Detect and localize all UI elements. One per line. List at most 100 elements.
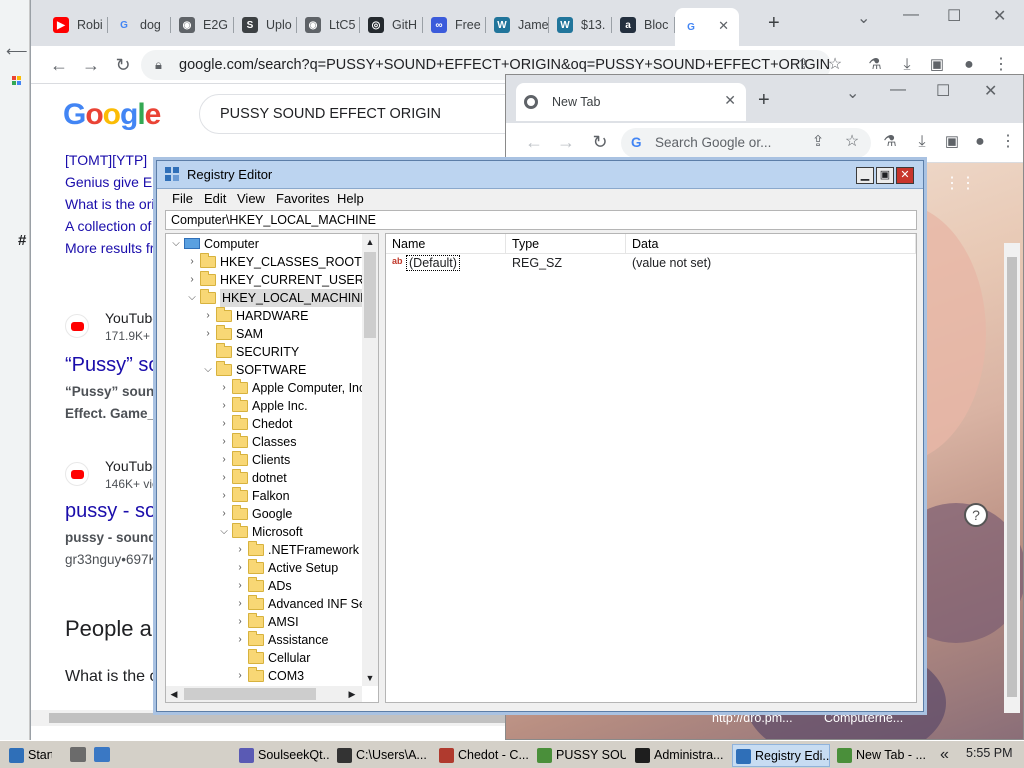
tree-node[interactable]: › HKEY_CURRENT_USER	[166, 271, 364, 289]
forward-arrow-icon[interactable]: →	[554, 130, 578, 154]
tree-node[interactable]: › COM3	[166, 667, 362, 685]
menu-kebab-icon[interactable]: ⋮	[996, 130, 1020, 154]
taskbar-item[interactable]: C:\Users\A...	[334, 744, 430, 767]
tab-10[interactable]: G ✕	[675, 8, 739, 46]
tree-node[interactable]: › Apple Computer, Inc	[166, 379, 365, 397]
download-icon[interactable]: ⤓	[910, 130, 934, 154]
result-link[interactable]: A collection of	[65, 218, 151, 234]
profile-avatar-icon[interactable]: ●	[968, 130, 992, 154]
tab-8[interactable]: W $13.	[549, 10, 612, 40]
tab-search-icon[interactable]: ⌄	[846, 83, 859, 103]
tab-0[interactable]: ▶ Robi	[45, 10, 108, 40]
collapse-chevron-icon[interactable]: ⌵	[170, 235, 182, 253]
back-arrow-icon[interactable]: ←	[522, 130, 546, 154]
expand-chevron-icon[interactable]: ›	[234, 577, 246, 595]
column-header-type[interactable]: Type	[506, 234, 626, 254]
show-desktop-icon[interactable]	[70, 747, 86, 762]
menu-view[interactable]: View	[237, 191, 265, 206]
expand-chevron-icon[interactable]: ›	[218, 415, 230, 433]
tab-new-tab[interactable]: New Tab ✕	[516, 83, 746, 121]
menu-edit[interactable]: Edit	[204, 191, 226, 206]
expand-chevron-icon[interactable]: ›	[234, 613, 246, 631]
minimize-button[interactable]: —	[890, 81, 906, 99]
tree-node[interactable]: › Clients	[166, 451, 362, 469]
back-arrow-icon[interactable]: ⟵	[6, 42, 28, 60]
collapse-chevron-icon[interactable]: ⌵	[202, 361, 214, 379]
scroll-thumb[interactable]	[364, 252, 376, 338]
expand-chevron-icon[interactable]: ›	[218, 487, 230, 505]
apps-grid-icon[interactable]	[12, 76, 26, 90]
minimize-button[interactable]: ▁	[856, 167, 874, 184]
collapse-chevron-icon[interactable]: ⌵	[186, 289, 198, 307]
scroll-left-arrow[interactable]: ◀	[166, 686, 182, 702]
tree-node[interactable]: › SAM	[166, 325, 362, 343]
tree-node[interactable]: › Apple Inc.	[166, 397, 362, 415]
expand-chevron-icon[interactable]: ›	[218, 397, 230, 415]
tree-node[interactable]: › HARDWARE	[166, 307, 362, 325]
expand-chevron-icon[interactable]: ›	[234, 541, 246, 559]
tab-9[interactable]: a Bloc	[612, 10, 675, 40]
back-arrow-icon[interactable]: ←	[47, 53, 71, 77]
result-link[interactable]: Genius give El	[65, 174, 155, 190]
result-title[interactable]: pussy - sou	[65, 500, 167, 523]
extension-flask-icon[interactable]: ⚗	[878, 130, 902, 154]
expand-chevron-icon[interactable]: ›	[218, 433, 230, 451]
expand-chevron-icon[interactable]: ›	[234, 595, 246, 613]
scroll-up-arrow[interactable]: ▲	[362, 234, 378, 250]
vertical-scrollbar[interactable]	[1004, 243, 1020, 713]
tree-node[interactable]: › AMSI	[166, 613, 362, 631]
new-tab-button[interactable]: +	[768, 12, 780, 35]
tree-node[interactable]: › Classes	[166, 433, 362, 451]
scroll-down-arrow[interactable]: ▼	[362, 670, 378, 686]
expand-chevron-icon[interactable]: ›	[234, 631, 246, 649]
tree-node[interactable]: ⌵ SOFTWARE	[166, 361, 362, 379]
close-window-button[interactable]: ✕	[984, 81, 997, 101]
taskbar-item[interactable]: PUSSY SOU...	[534, 744, 626, 767]
tray-expand-icon[interactable]: «	[940, 746, 949, 764]
wallpaper-credit[interactable]: Computerne...	[824, 711, 903, 725]
apps-grid-icon[interactable]: ⋮⋮	[944, 173, 976, 192]
new-tab-button[interactable]: +	[758, 89, 770, 112]
result-title[interactable]: “Pussy” so	[65, 354, 159, 377]
expand-chevron-icon[interactable]: ›	[202, 307, 214, 325]
start-button[interactable]: Start	[6, 744, 52, 767]
tree-node[interactable]: ⌵ Computer	[166, 235, 362, 253]
expand-chevron-icon[interactable]: ›	[218, 379, 230, 397]
tree-node[interactable]: ⌵ HKEY_LOCAL_MACHINE	[166, 289, 371, 307]
maximize-button[interactable]: ▣	[876, 167, 894, 184]
tree-node[interactable]: › Advanced INF Set	[166, 595, 369, 613]
taskbar-item[interactable]: Chedot - C...	[436, 744, 528, 767]
title-bar[interactable]: Registry Editor ▁ ▣ ✕	[157, 161, 923, 189]
value-row[interactable]: ab (Default) REG_SZ (value not set)	[386, 254, 916, 272]
tree-node[interactable]: › Falkon	[166, 487, 362, 505]
tab-5[interactable]: ◎ GitH	[360, 10, 423, 40]
vertical-scrollbar[interactable]: ▲ ▼	[362, 234, 378, 686]
bookmark-star-icon[interactable]: ☆	[840, 130, 864, 154]
menu-favorites[interactable]: Favorites	[276, 191, 329, 206]
maximize-button[interactable]: ☐	[936, 81, 950, 101]
tree-node[interactable]: Cellular	[166, 649, 362, 667]
expand-chevron-icon[interactable]: ›	[218, 469, 230, 487]
tree-node[interactable]: › Google	[166, 505, 362, 523]
forward-arrow-icon[interactable]: →	[79, 53, 103, 77]
minimize-button[interactable]: —	[903, 6, 919, 24]
close-tab-icon[interactable]: ✕	[718, 18, 729, 34]
taskbar-item[interactable]: Administra...	[632, 744, 726, 767]
collapse-chevron-icon[interactable]: ⌵	[218, 523, 230, 541]
tree-node[interactable]: ⌵ Microsoft	[166, 523, 362, 541]
tree-node[interactable]: › .NETFramework	[166, 541, 362, 559]
expand-chevron-icon[interactable]: ›	[234, 559, 246, 577]
omnibox[interactable]: G Search Google or...	[621, 128, 871, 158]
menu-help[interactable]: Help	[337, 191, 364, 206]
column-header-data[interactable]: Data	[626, 234, 916, 254]
expand-chevron-icon[interactable]: ›	[218, 451, 230, 469]
close-tab-icon[interactable]: ✕	[724, 92, 736, 109]
tree-node[interactable]: SECURITY	[166, 343, 362, 361]
expand-chevron-icon[interactable]: ›	[186, 271, 198, 289]
paa-question[interactable]: What is the o	[65, 668, 158, 686]
tab-2[interactable]: ◉ E2G	[171, 10, 234, 40]
share-icon[interactable]: ⇪	[806, 130, 830, 154]
reload-icon[interactable]: ↻	[111, 53, 135, 77]
clock[interactable]: 5:55 PM	[966, 746, 1013, 760]
column-header-name[interactable]: Name	[386, 234, 506, 254]
